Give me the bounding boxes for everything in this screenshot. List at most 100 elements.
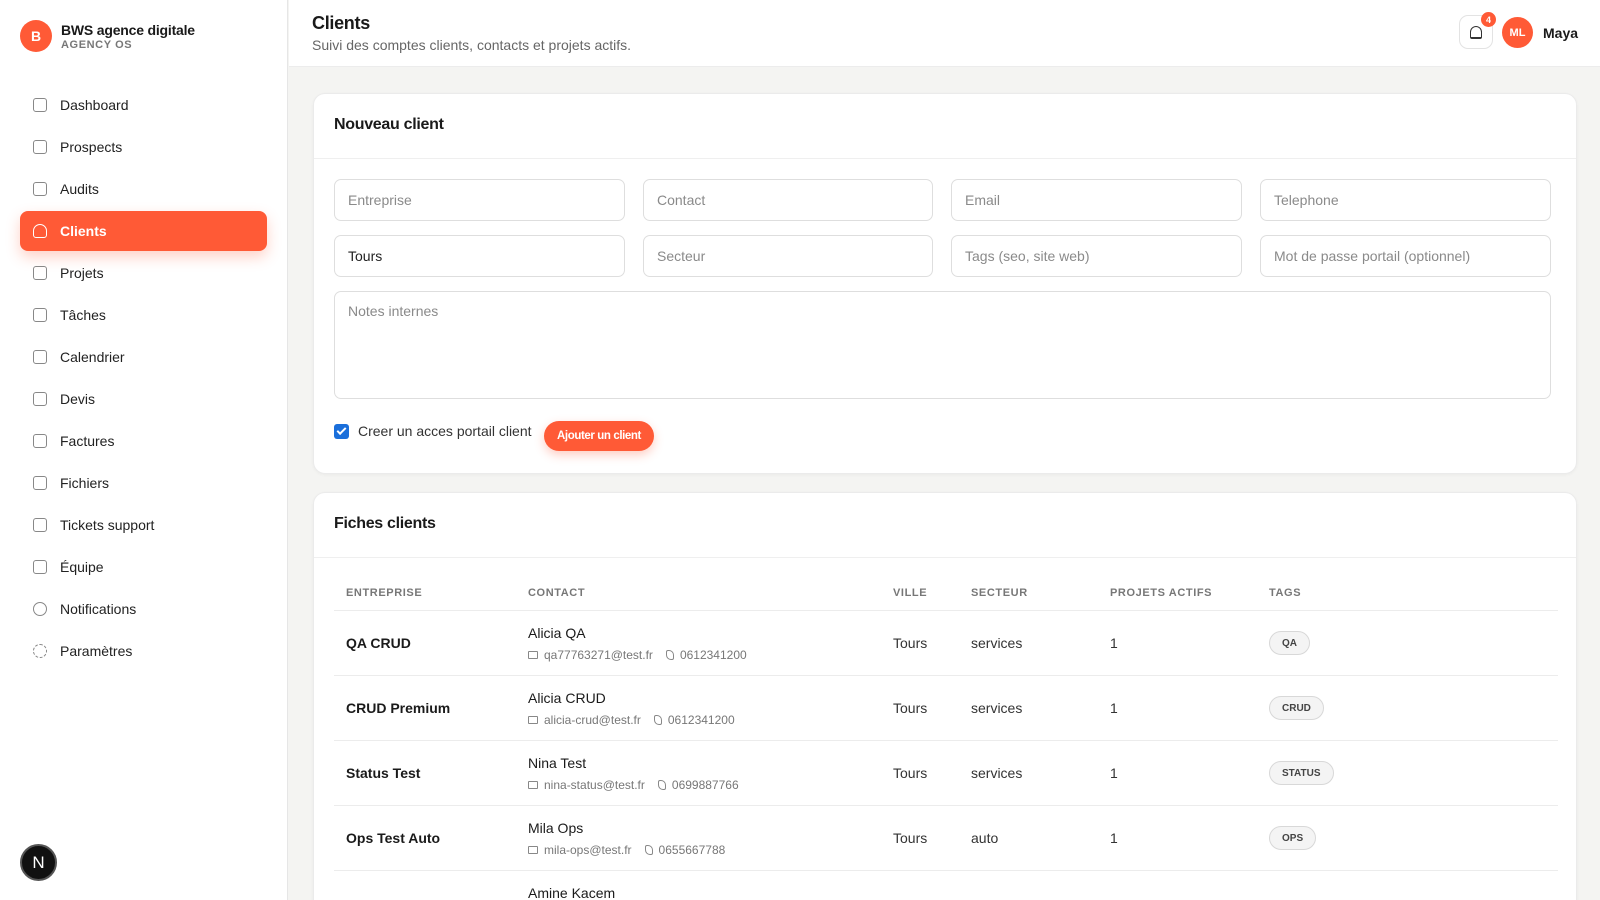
gear-icon: [33, 644, 47, 658]
table-row[interactable]: QA CRUD Alicia QA qa77763271@test.fr 0612…: [334, 611, 1558, 676]
row-tag: STATUS: [1269, 761, 1334, 785]
row-tag: QA: [1269, 631, 1310, 655]
file-icon: [33, 392, 47, 406]
row-sector: services: [971, 765, 1023, 781]
bell-icon: [1470, 25, 1482, 39]
column-header-secteur: SECTEUR: [971, 587, 1028, 599]
portal-password-input[interactable]: [1260, 235, 1551, 277]
mail-icon: [528, 781, 538, 789]
sidebar-item-projets[interactable]: Projets: [20, 253, 267, 293]
row-tag: OPS: [1269, 826, 1317, 850]
table-row[interactable]: Ops Test Auto Mila Ops mila-ops@test.fr 0…: [334, 806, 1558, 871]
mail-icon: [528, 716, 538, 724]
sidebar-item-equipe[interactable]: Équipe: [20, 547, 267, 587]
sidebar-item-parametres[interactable]: Paramètres: [20, 631, 267, 671]
row-contact-email: qa77763271@test.fr: [544, 648, 653, 662]
add-client-button[interactable]: Ajouter un client: [544, 421, 654, 451]
brand-subtitle: AGENCY OS: [61, 38, 133, 51]
table-header: ENTREPRISE CONTACT VILLE SECTEUR PROJETS…: [334, 578, 1558, 611]
row-company[interactable]: CRUD Premium: [346, 700, 450, 716]
row-contact-email: mila-ops@test.fr: [544, 843, 632, 857]
row-contact-name: Amine Kacem: [528, 885, 616, 900]
row-tag: CRUD: [1269, 696, 1324, 720]
clients-list-card: Fiches clients ENTREPRISE CONTACT VILLE …: [313, 492, 1577, 900]
email-input[interactable]: [951, 179, 1242, 221]
page-subtitle: Suivi des comptes clients, contacts et p…: [312, 37, 632, 53]
handshake-icon: [33, 140, 47, 154]
notes-textarea[interactable]: [334, 291, 1551, 399]
sidebar-item-taches[interactable]: Tâches: [20, 295, 267, 335]
sidebar-item-devis[interactable]: Devis: [20, 379, 267, 419]
check-icon: [336, 425, 347, 436]
row-contact-phone: 0612341200: [667, 713, 735, 727]
row-contact-name: Alicia QA: [528, 625, 586, 641]
telephone-input[interactable]: [1260, 179, 1551, 221]
phone-icon: [653, 715, 662, 725]
row-contact-name: Mila Ops: [528, 820, 584, 836]
row-sector: auto: [971, 830, 999, 846]
table-row[interactable]: Amine Kacem: [334, 871, 1558, 900]
column-header-ville: VILLE: [893, 587, 928, 599]
row-company[interactable]: Ops Test Auto: [346, 830, 440, 846]
row-active-projects: 1: [1110, 765, 1118, 781]
sidebar-item-prospects[interactable]: Prospects: [20, 127, 267, 167]
files-icon: [33, 476, 47, 490]
row-city: Tours: [893, 830, 928, 846]
column-header-contact: CONTACT: [528, 587, 586, 599]
bell-icon: [33, 602, 47, 616]
sidebar-item-clients[interactable]: Clients: [20, 211, 267, 251]
row-contact-phone: 0612341200: [679, 648, 747, 662]
sidebar-item-dashboard[interactable]: Dashboard: [20, 85, 267, 125]
column-header-entreprise: ENTREPRISE: [346, 587, 423, 599]
mail-icon: [528, 651, 538, 659]
portal-access-label[interactable]: Creer un acces portail client: [358, 423, 532, 439]
document-icon: [33, 182, 47, 196]
table-row[interactable]: CRUD Premium Alicia CRUD alicia-crud@tes…: [334, 676, 1558, 741]
brand-logo: B: [20, 20, 52, 52]
user-avatar[interactable]: ML: [1502, 17, 1533, 48]
invoice-icon: [33, 434, 47, 448]
user-name[interactable]: Maya: [1543, 25, 1578, 41]
row-city: Tours: [893, 765, 928, 781]
row-contact-phone: 0699887766: [671, 778, 739, 792]
new-client-card: Nouveau client Creer un acces portail cl…: [313, 93, 1577, 474]
clients-list-title: Fiches clients: [314, 493, 1576, 558]
row-contact-name: Nina Test: [528, 755, 587, 771]
users-icon: [33, 224, 47, 238]
row-contact-phone: 0655667788: [658, 843, 726, 857]
row-active-projects: 1: [1110, 830, 1118, 846]
folder-icon: [33, 266, 47, 280]
row-city: Tours: [893, 635, 928, 651]
row-company[interactable]: QA CRUD: [346, 635, 411, 651]
row-sector: services: [971, 635, 1023, 651]
tags-input[interactable]: [951, 235, 1242, 277]
row-active-projects: 1: [1110, 635, 1118, 651]
wrench-icon: [33, 518, 47, 532]
secteur-input[interactable]: [643, 235, 933, 277]
entreprise-input[interactable]: [334, 179, 625, 221]
column-header-projets-actifs: PROJETS ACTIFS: [1110, 587, 1213, 599]
ville-input[interactable]: [334, 235, 625, 277]
notification-count-badge: 4: [1481, 12, 1496, 27]
team-icon: [33, 560, 47, 574]
sidebar-item-notifications[interactable]: Notifications: [20, 589, 267, 629]
table-row[interactable]: Status Test Nina Test nina-status@test.f…: [334, 741, 1558, 806]
sidebar-item-fichiers[interactable]: Fichiers: [20, 463, 267, 503]
row-sector: services: [971, 700, 1023, 716]
dev-tools-badge[interactable]: N: [20, 844, 57, 881]
calendar-icon: [33, 350, 47, 364]
new-client-title: Nouveau client: [314, 94, 1576, 159]
mail-icon: [528, 846, 538, 854]
sidebar-item-audits[interactable]: Audits: [20, 169, 267, 209]
phone-icon: [665, 650, 674, 660]
sidebar-item-calendrier[interactable]: Calendrier: [20, 337, 267, 377]
brand[interactable]: B BWS agence digitale AGENCY OS: [20, 20, 195, 52]
row-company[interactable]: Status Test: [346, 765, 420, 781]
row-city: Tours: [893, 700, 928, 716]
portal-access-checkbox[interactable]: [334, 424, 349, 439]
sidebar-item-factures[interactable]: Factures: [20, 421, 267, 461]
top-header: Clients Suivi des comptes clients, conta…: [289, 0, 1600, 67]
sidebar-item-tickets-support[interactable]: Tickets support: [20, 505, 267, 545]
contact-input[interactable]: [643, 179, 933, 221]
row-contact-email: nina-status@test.fr: [544, 778, 645, 792]
